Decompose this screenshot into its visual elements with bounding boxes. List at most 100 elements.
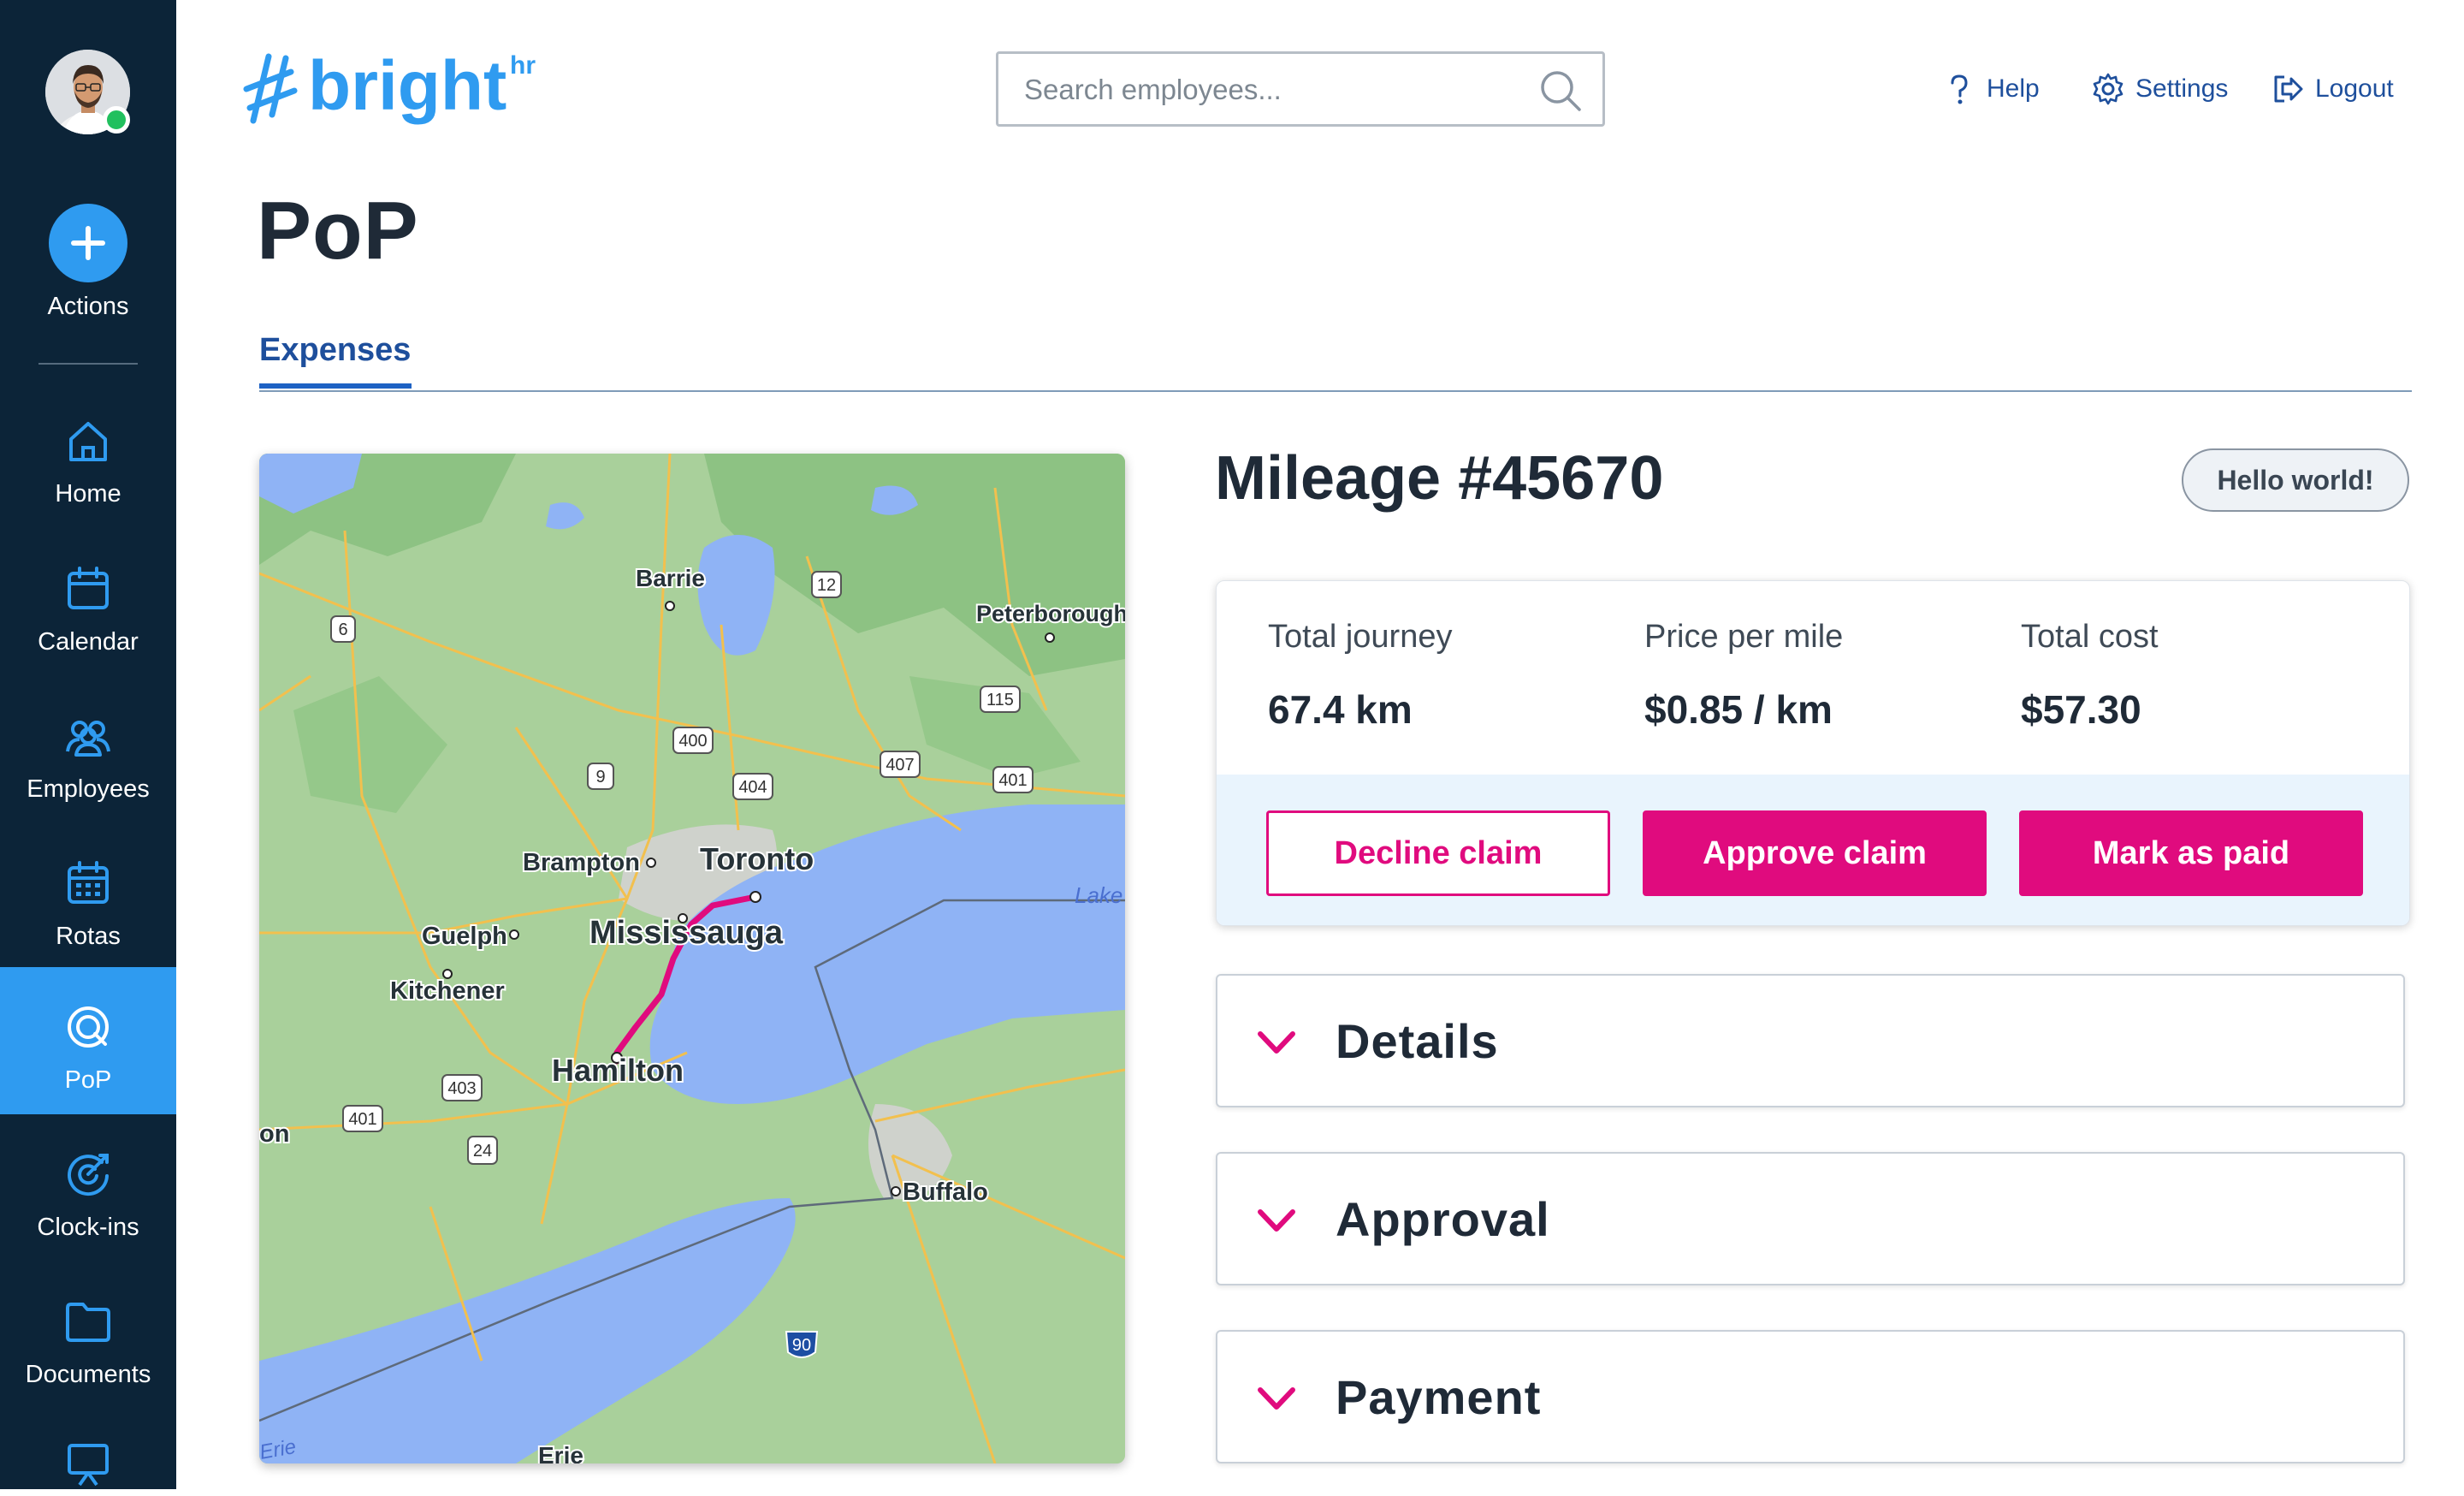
svg-text:115: 115 [986,691,1014,709]
sidebar-divider [38,363,138,365]
status-badge[interactable]: Hello world! [2182,448,2409,512]
accordion-title: Approval [1336,1192,1550,1246]
sidebar-item-documents[interactable]: Documents [0,1262,176,1409]
search-icon[interactable] [1537,68,1584,114]
plus-icon [71,226,105,260]
svg-text:404: 404 [738,778,767,797]
decline-claim-button[interactable]: Decline claim [1266,810,1610,896]
highway-shield: 9 [587,763,614,790]
map-label-kitchener: Kitchener [390,977,505,1005]
map-label-on: on [259,1120,289,1148]
sidebar-item-label: Calendar [38,628,139,656]
sidebar-item-more[interactable] [0,1408,176,1489]
chevron-down-icon [1258,1031,1295,1054]
map-label-toronto: Toronto [700,841,814,876]
home-icon [61,413,116,468]
logout-label: Logout [2315,74,2394,103]
stat-label: Total journey [1268,619,1453,655]
claim-summary-card: Total journey 67.4 km Price per mile $0.… [1216,580,2410,926]
tab-expenses[interactable]: Expenses [259,332,411,369]
svg-text:24: 24 [473,1142,492,1161]
svg-text:90: 90 [792,1336,811,1355]
highway-shield: 401 [992,766,1034,793]
sidebar-item-label: Employees [27,775,150,803]
claim-actions: Decline claim Approve claim Mark as paid [1217,775,2409,925]
highway-shield: 407 [880,751,921,778]
stat-total-cost: Total cost $57.30 [2021,619,2159,733]
logout-link[interactable]: Logout [2271,67,2394,111]
accordion-payment[interactable]: Payment [1216,1330,2405,1463]
map-label-erie: Erie [538,1442,583,1463]
svg-text:9: 9 [595,768,605,787]
stat-total-journey: Total journey 67.4 km [1268,619,1452,733]
highway-shield: 12 [811,571,842,598]
map-label-guelph: Guelph [422,923,507,950]
sidebar-item-label: PoP [64,1066,112,1094]
settings-label: Settings [2135,74,2229,103]
svg-text:12: 12 [817,576,836,595]
svg-text:6: 6 [338,620,347,639]
map-label-barrie: Barrie [636,565,705,591]
highway-shield: 400 [672,727,714,754]
tabs-divider [259,390,2412,392]
help-icon [1951,74,1968,104]
employee-search[interactable] [996,51,1605,127]
logout-icon [2274,75,2303,103]
stat-value: 67.4 km [1268,687,1413,732]
accordion-approval[interactable]: Approval [1216,1152,2405,1285]
approve-claim-button[interactable]: Approve claim [1643,810,1987,896]
sidebar-item-label: Documents [25,1361,151,1388]
sidebar-item-label: Rotas [56,923,121,950]
accordion-title: Details [1336,1014,1499,1068]
clock-ins-icon [61,1147,116,1202]
map-label-brampton: Brampton [523,849,640,876]
page-title: PoP [257,185,419,276]
svg-text:401: 401 [998,771,1027,790]
help-link[interactable]: Help [1942,67,2040,111]
actions-button[interactable] [49,204,127,282]
route-map[interactable]: Barrie Peterborough Brampton Toronto Mis… [259,454,1125,1463]
svg-text:400: 400 [678,732,707,751]
accordion-details[interactable]: Details [1216,974,2405,1107]
highway-shield: 24 [467,1136,498,1165]
sidebar: Actions Home Calendar Employees Rotas Po… [0,0,176,1489]
pop-icon [61,1000,116,1054]
map-label-mississauga: Mississauga [589,915,784,951]
logo-text: bright [308,48,506,125]
sidebar-item-home[interactable]: Home [0,381,176,528]
documents-icon [61,1294,116,1349]
chevron-down-icon [1258,1387,1295,1410]
employees-icon [61,709,116,763]
sidebar-item-label: Clock-ins [37,1214,139,1241]
highway-shield: 401 [342,1105,383,1132]
stat-value: $57.30 [2021,687,2141,732]
chevron-down-icon [1258,1209,1295,1232]
svg-text:407: 407 [886,756,914,775]
settings-link[interactable]: Settings [2091,67,2228,111]
svg-text:401: 401 [348,1110,376,1129]
claim-title: Mileage #45670 [1215,444,1664,513]
mark-as-paid-button[interactable]: Mark as paid [2019,810,2363,896]
rotas-icon [61,856,116,911]
sidebar-item-employees[interactable]: Employees [0,676,176,823]
sidebar-item-rotas[interactable]: Rotas [0,823,176,971]
sidebar-item-clock-ins[interactable]: Clock-ins [0,1114,176,1262]
search-input[interactable] [1024,66,1520,114]
logo-mark-icon [243,53,298,124]
stat-price-per-mile: Price per mile $0.85 / km [1644,619,1843,733]
map-label-lake: Lake [1075,882,1122,908]
calendar-icon [61,561,116,616]
brighthr-logo[interactable]: bright hr [243,47,551,134]
accordion-title: Payment [1336,1370,1542,1424]
sidebar-item-label: Home [55,480,121,508]
online-status-indicator [103,106,130,134]
highway-shield: 404 [732,773,773,800]
highway-shield: 403 [441,1074,483,1101]
sidebar-item-calendar[interactable]: Calendar [0,529,176,676]
sidebar-item-pop[interactable]: PoP [0,967,176,1114]
stat-label: Price per mile [1644,619,1844,655]
map-label-buffalo: Buffalo [903,1178,988,1206]
highway-shield: 115 [980,686,1021,713]
map-label-hamilton: Hamilton [552,1053,684,1088]
highway-shield: 90 [785,1331,819,1358]
